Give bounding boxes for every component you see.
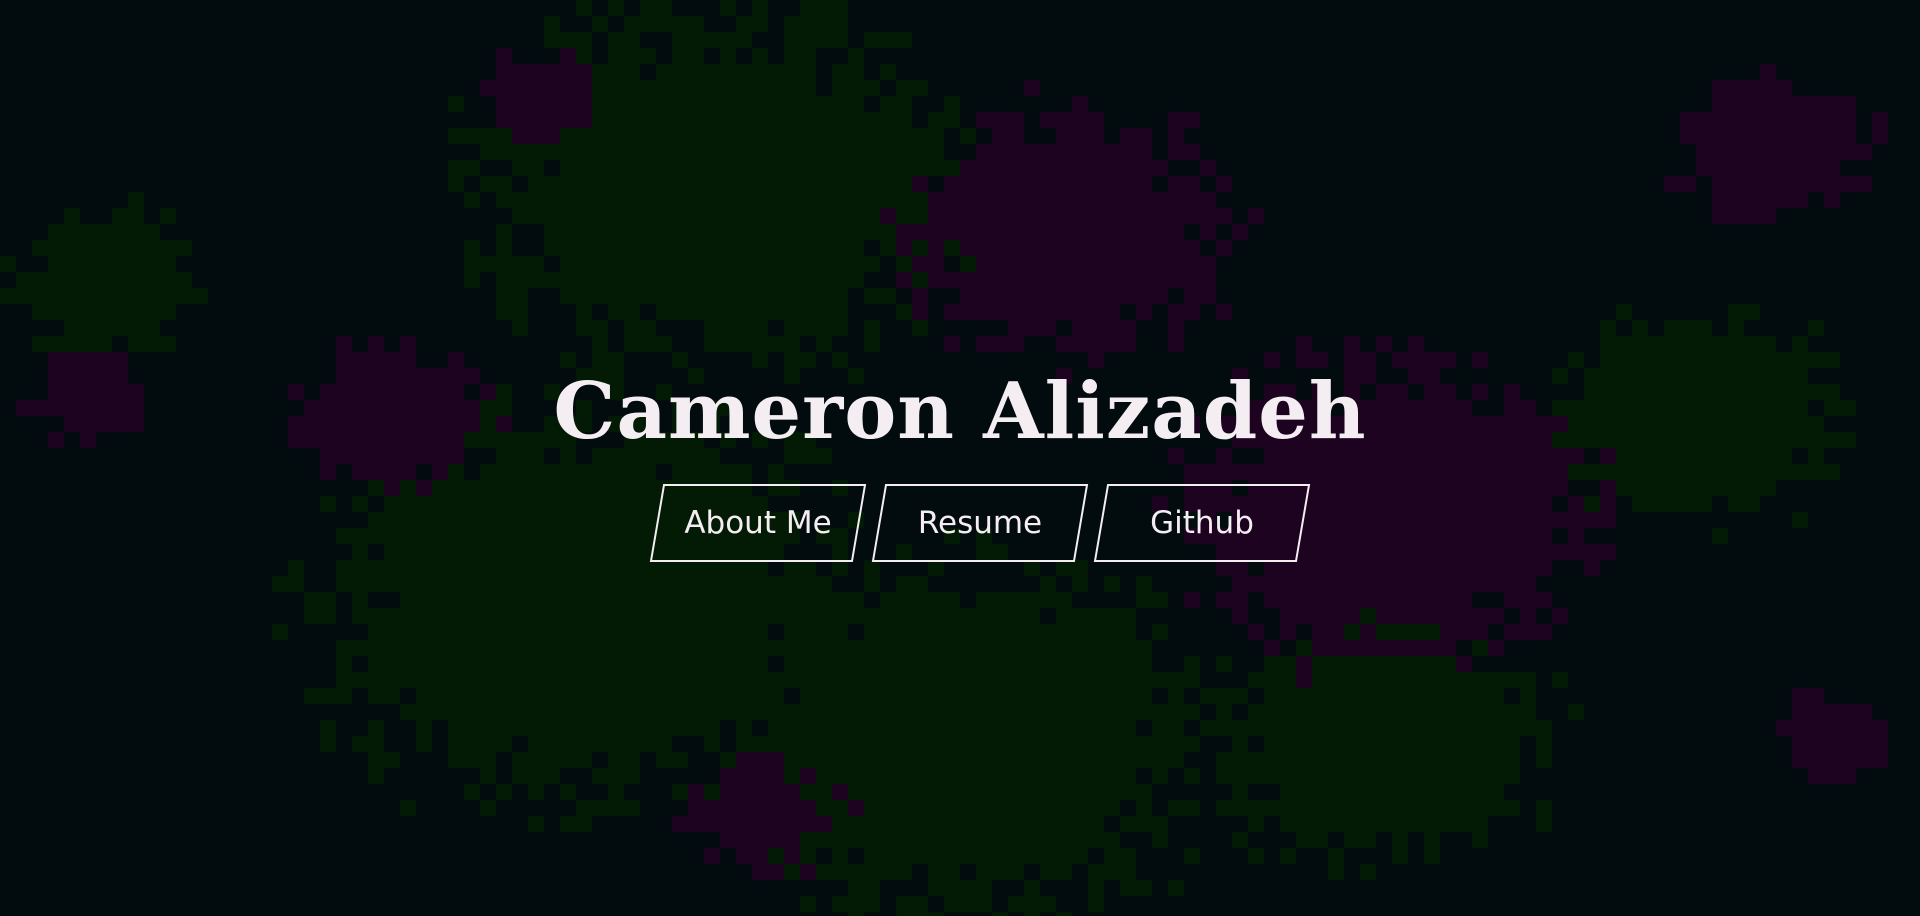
resume-button[interactable]: Resume — [871, 484, 1089, 562]
github-button[interactable]: Github — [1093, 484, 1311, 562]
github-label: Github — [1150, 505, 1254, 541]
hero-section: Cameron Alizadeh About Me Resume Github — [0, 0, 1920, 916]
about-me-label: About Me — [684, 505, 832, 541]
resume-label: Resume — [917, 505, 1043, 541]
page-title: Cameron Alizadeh — [553, 366, 1367, 457]
main-nav: About Me Resume Github — [649, 484, 1311, 562]
about-me-button[interactable]: About Me — [649, 484, 867, 562]
